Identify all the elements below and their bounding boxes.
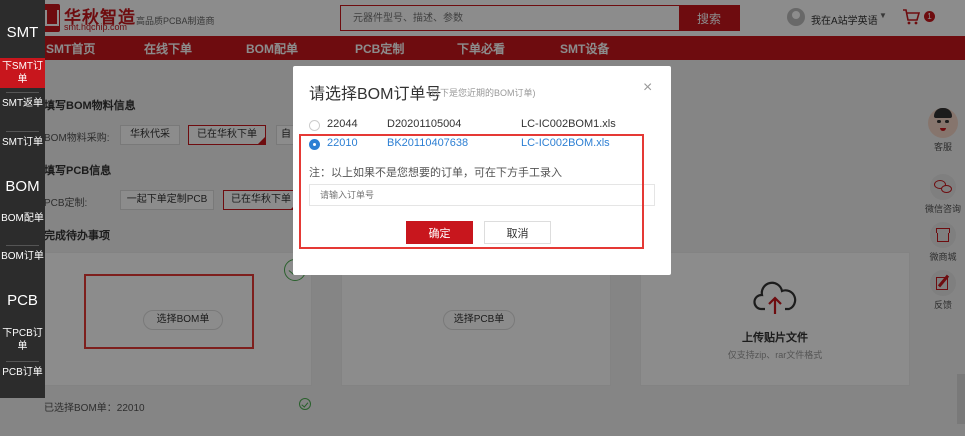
bom-file-name: LC-IC002BOM1.xls — [521, 118, 616, 130]
cancel-button[interactable]: 取消 — [484, 221, 551, 244]
sidebar-item-pcb-orders[interactable]: PCB订单 — [0, 366, 45, 394]
bom-order-row-selected[interactable]: 22010 BK20110407638 LC-IC002BOM.xls — [309, 136, 649, 154]
bom-order-id: 22044 — [327, 118, 358, 130]
radio-button[interactable] — [309, 120, 320, 131]
dialog-subtitle: (以下是您近期的BOM订单) — [428, 88, 536, 98]
radio-button-checked[interactable] — [309, 139, 320, 150]
sidebar-divider — [6, 92, 39, 93]
close-icon[interactable]: × — [643, 80, 652, 96]
sidebar-divider — [6, 245, 39, 246]
left-sidebar: SMT 下SMT订单 SMT返单 SMT订单 BOM BOM配单 BOM订单 P… — [0, 0, 45, 398]
sidebar-item-bom-orders[interactable]: BOM订单 — [0, 250, 45, 278]
sidebar-item-bom-quote[interactable]: BOM配单 — [0, 212, 45, 240]
sidebar-bom-heading[interactable]: BOM — [0, 178, 45, 196]
bom-file-name: LC-IC002BOM.xls — [521, 137, 610, 149]
bom-order-id: 22010 — [327, 137, 358, 149]
confirm-button[interactable]: 确定 — [406, 221, 473, 244]
sidebar-divider — [6, 131, 39, 132]
bom-order-number: BK20110407638 — [387, 137, 469, 149]
bom-order-number: D20201105004 — [387, 118, 462, 130]
sidebar-divider — [6, 361, 39, 362]
sidebar-item-place-pcb-order[interactable]: 下PCB订单 — [0, 327, 45, 355]
manual-entry-note: 注：以上如果不是您想要的订单，可在下方手工录入 — [309, 167, 562, 179]
sidebar-pcb-heading[interactable]: PCB — [0, 292, 45, 310]
bom-order-row[interactable]: 22044 D20201105004 LC-IC002BOM1.xls — [309, 117, 649, 135]
sidebar-item-smt-reorder[interactable]: SMT返单 — [0, 97, 45, 125]
dialog-title: 请选择BOM订单号 — [309, 86, 442, 103]
select-bom-dialog: 请选择BOM订单号 (以下是您近期的BOM订单) × 22044 D202011… — [293, 66, 671, 275]
order-number-input[interactable] — [309, 184, 655, 206]
sidebar-smt-heading[interactable]: SMT — [0, 24, 45, 42]
sidebar-item-smt-orders[interactable]: SMT订单 — [0, 136, 45, 164]
sidebar-item-place-smt-order[interactable]: 下SMT订单 — [0, 58, 45, 88]
